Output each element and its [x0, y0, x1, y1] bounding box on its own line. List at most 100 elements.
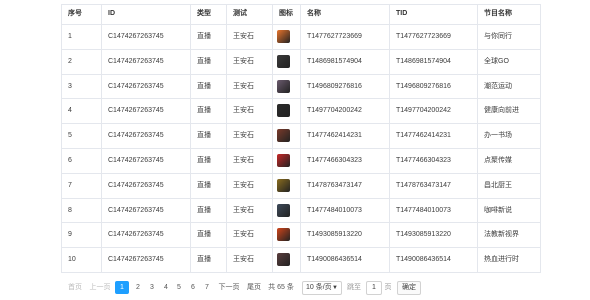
col-header-test: 测试 — [233, 10, 247, 17]
cell-name: T1477484010073 — [307, 206, 362, 214]
col-header-program: 节目名称 — [484, 10, 512, 17]
cell-tid: T1497704200242 — [396, 107, 451, 115]
table-row[interactable]: 9 C1474267263745 直播 王安石 T1493085913220 T14930… — [61, 222, 541, 247]
cell-name: T1477627723669 — [307, 33, 362, 40]
page-link-3[interactable]: 3 — [147, 281, 157, 294]
cell-tid: T1478763473147 — [396, 181, 451, 189]
cell-no: 10 — [68, 256, 76, 264]
cell-program: 全球GO — [484, 57, 509, 65]
cell-program: 办一书场 — [484, 132, 512, 140]
cell-tid: T1477466304323 — [396, 157, 451, 164]
cell-type: 直播 — [197, 181, 211, 189]
page-link-2[interactable]: 2 — [133, 281, 143, 294]
table-border-top — [61, 4, 541, 5]
cell-id: C1474267263745 — [108, 231, 164, 239]
cell-tid: T1490086436514 — [396, 256, 451, 264]
cell-program: 潮范运动 — [484, 82, 512, 90]
cell-no: 5 — [68, 132, 72, 140]
cell-name: T1486981574904 — [307, 57, 362, 65]
cell-name: T1477466304323 — [307, 157, 362, 164]
goto-page-input[interactable]: 1 — [366, 281, 382, 295]
cell-id: C1474267263745 — [108, 33, 164, 40]
cell-program: 与你同行 — [484, 33, 512, 40]
cell-id: C1474267263745 — [108, 181, 164, 189]
col-header-tid: TID — [396, 10, 408, 17]
page-link-1[interactable]: 1 — [115, 281, 129, 294]
cell-tid: T1477462414231 — [396, 132, 451, 140]
cell-id: C1474267263745 — [108, 57, 164, 65]
cell-name: T1497704200242 — [307, 107, 362, 115]
show-thumbnail-icon — [277, 129, 290, 143]
table-row[interactable]: 3 C1474267263745 直播 王安石 T1496809276816 T14968… — [61, 74, 541, 99]
cell-test: 王安石 — [233, 82, 254, 90]
cell-program: 健康向前进 — [484, 107, 519, 115]
cell-id: C1474267263745 — [108, 82, 164, 90]
cell-name: T1493085913220 — [307, 231, 362, 239]
page-size-select[interactable]: 10 条/页 ▼ — [302, 281, 342, 295]
cell-test: 王安石 — [233, 231, 254, 239]
cell-no: 6 — [68, 157, 72, 164]
cell-program: 法教新视界 — [484, 231, 519, 239]
cell-no: 9 — [68, 231, 72, 239]
cell-tid: T1496809276816 — [396, 82, 451, 90]
first-page-link[interactable]: 首页 — [64, 281, 86, 294]
col-header-no: 序号 — [68, 10, 82, 17]
cell-id: C1474267263745 — [108, 107, 164, 115]
page-link-7[interactable]: 7 — [202, 281, 212, 294]
cell-type: 直播 — [197, 57, 211, 65]
col-header-type: 类型 — [197, 10, 211, 17]
next-page-link[interactable]: 下一页 — [215, 281, 243, 294]
cell-no: 3 — [68, 82, 72, 90]
cell-type: 直播 — [197, 231, 211, 239]
table-row[interactable]: 8 C1474267263745 直播 王安石 T1477484010073 T14774… — [61, 198, 541, 223]
show-thumbnail-icon — [277, 104, 290, 118]
show-thumbnail-icon — [277, 154, 290, 167]
cell-name: T1496809276816 — [307, 82, 362, 90]
show-thumbnail-icon — [277, 253, 290, 267]
data-table: 序号 ID 类型 测试 图标 名称 TID 节目名称 1 C1474267263745 直播 王安石 T… — [61, 4, 541, 273]
table-row[interactable]: 1 C1474267263745 直播 王安石 T1477627723669 T14776… — [61, 24, 541, 49]
goto-suffix-label: 页 — [384, 284, 392, 291]
cell-id: C1474267263745 — [108, 206, 164, 214]
cell-type: 直播 — [197, 33, 211, 40]
confirm-button-label: 确定 — [402, 284, 416, 291]
cell-program: 昌北厨王 — [484, 181, 512, 189]
page-link-5[interactable]: 5 — [174, 281, 184, 294]
cell-no: 7 — [68, 181, 72, 189]
col-header-icon: 图标 — [279, 10, 293, 17]
table-row[interactable]: 6 C1474267263745 直播 王安石 T1477466304323 T14774… — [61, 148, 541, 173]
cell-tid: T1486981574904 — [396, 57, 451, 65]
col-header-id: ID — [108, 10, 115, 17]
cell-test: 王安石 — [233, 33, 254, 40]
table-row[interactable]: 10 C1474267263745 直播 王安石 T1490086436514 T1490… — [61, 247, 541, 272]
cell-type: 直播 — [197, 107, 211, 115]
cell-tid: T1493085913220 — [396, 231, 451, 239]
cell-program: 热血进行时 — [484, 256, 519, 264]
goto-page-value: 1 — [372, 284, 376, 291]
cell-type: 直播 — [197, 206, 211, 214]
show-thumbnail-icon — [277, 178, 290, 192]
table-row[interactable]: 4 C1474267263745 直播 王安石 T1497704200242 T14977… — [61, 98, 541, 123]
table-row[interactable]: 7 C1474267263745 直播 王安石 T1478763473147 T14787… — [61, 173, 541, 198]
goto-label: 跳至 — [347, 284, 361, 291]
cell-test: 王安石 — [233, 57, 254, 65]
table-row[interactable]: 2 C1474267263745 直播 王安石 T1486981574904 T14869… — [61, 49, 541, 74]
cell-name: T1477462414231 — [307, 132, 362, 140]
page-link-6[interactable]: 6 — [188, 281, 198, 294]
row-divider — [61, 272, 541, 273]
cell-id: C1474267263745 — [108, 256, 164, 264]
last-page-link[interactable]: 尾页 — [244, 281, 264, 294]
page-link-4[interactable]: 4 — [161, 281, 171, 294]
cell-no: 4 — [68, 107, 72, 115]
page-size-value: 10 条/页 — [306, 284, 332, 291]
col-header-name: 名称 — [307, 10, 321, 17]
prev-page-link[interactable]: 上一页 — [88, 281, 112, 294]
show-thumbnail-icon — [277, 79, 290, 93]
cell-type: 直播 — [197, 132, 211, 140]
cell-test: 王安石 — [233, 256, 254, 264]
total-count: 共 65 条 — [268, 284, 294, 291]
cell-no: 1 — [68, 33, 72, 40]
table-row[interactable]: 5 C1474267263745 直播 王安石 T1477462414231 T14774… — [61, 123, 541, 148]
cell-id: C1474267263745 — [108, 132, 164, 140]
confirm-button[interactable]: 确定 — [397, 281, 421, 295]
